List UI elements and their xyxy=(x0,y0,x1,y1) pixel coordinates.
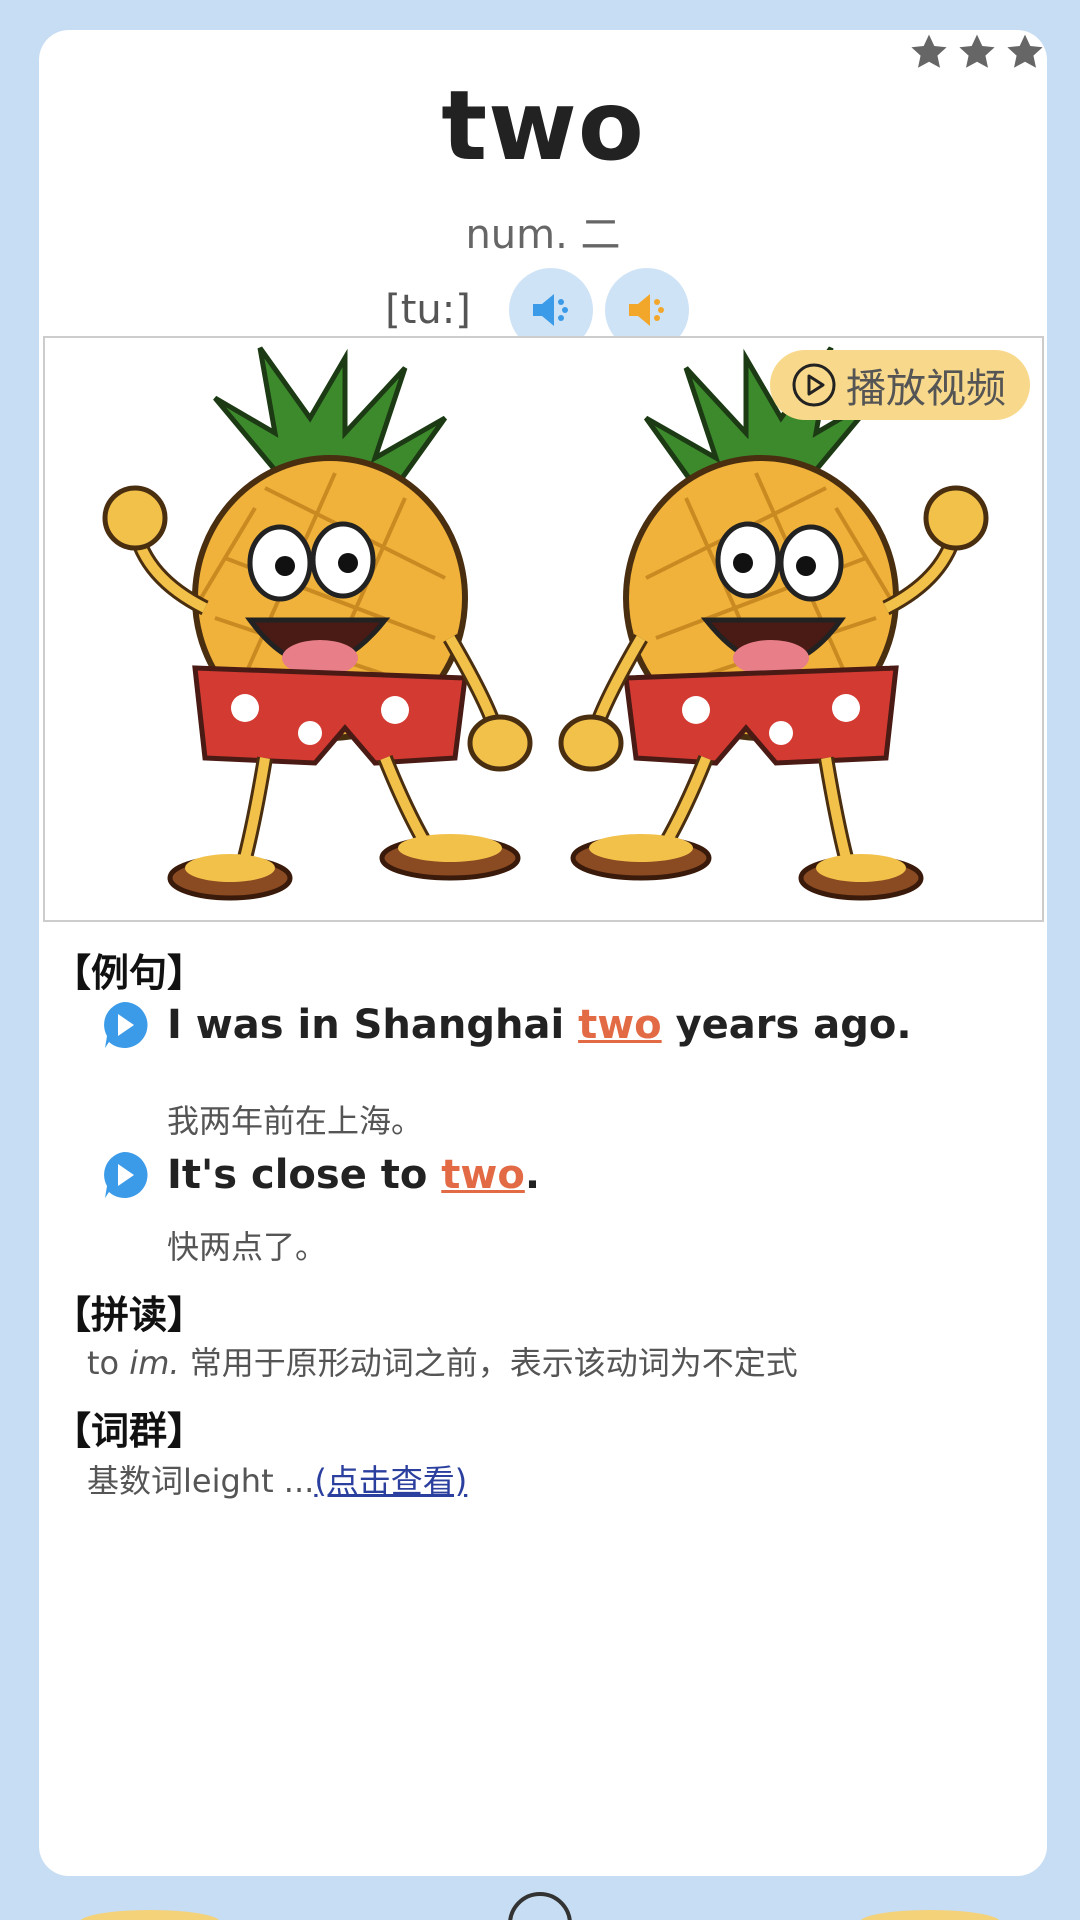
example-1-before: I was in Shanghai xyxy=(167,1002,579,1048)
word-group-line: 基数词leight ...(点击查看) xyxy=(87,1456,467,1502)
example-2-translation: 快两点了。 xyxy=(167,1228,328,1266)
play-example-1-icon[interactable] xyxy=(97,998,151,1052)
spelling-word: to xyxy=(87,1344,120,1382)
word-card: two num. 二 [tu:] 播放视频 【例句】 I was in Shan… xyxy=(39,30,1047,1876)
play-video-label: 播放视频 xyxy=(846,366,1006,412)
nav-button-right[interactable] xyxy=(860,1910,1000,1920)
nav-button-left[interactable] xyxy=(80,1910,220,1920)
example-2-after: . xyxy=(524,1152,541,1198)
play-example-2-icon[interactable] xyxy=(97,1148,151,1202)
example-1-highlight: two xyxy=(578,1002,662,1048)
speaker-blue-icon xyxy=(532,294,568,326)
play-circle-icon xyxy=(792,363,836,407)
part-of-speech: num. 二 xyxy=(465,212,621,258)
star-icon xyxy=(911,34,947,68)
star-rating xyxy=(907,30,1047,74)
headword: two xyxy=(441,70,645,182)
example-2-before: It's close to xyxy=(167,1152,442,1198)
nav-button-center[interactable] xyxy=(508,1892,572,1920)
spelling-text: 常用于原形动词之前，表示该动词为不定式 xyxy=(189,1344,798,1382)
word-group-view-link[interactable]: (点击查看) xyxy=(314,1462,467,1500)
example-sentence-1: I was in Shanghai two years ago. xyxy=(97,998,912,1052)
phonetic-transcription: [tu:] xyxy=(385,287,471,333)
example-sentence-2: It's close to two. xyxy=(97,1148,540,1202)
spelling-line: to im. 常用于原形动词之前，表示该动词为不定式 xyxy=(87,1338,798,1384)
speaker-yellow-icon xyxy=(628,294,664,326)
example-2-highlight: two xyxy=(441,1152,525,1198)
example-1-after: years ago. xyxy=(661,1002,912,1048)
example-1-translation: 我两年前在上海。 xyxy=(167,1102,424,1140)
spelling-abbr: im. xyxy=(129,1344,180,1382)
star-icon xyxy=(1007,34,1043,68)
play-video-button[interactable]: 播放视频 xyxy=(770,350,1030,420)
pineapple-illustration xyxy=(102,338,1044,922)
star-icon xyxy=(959,34,995,68)
examples-heading: 【例句】 xyxy=(53,951,206,995)
spelling-heading: 【拼读】 xyxy=(53,1293,206,1337)
bottom-navigation-hint xyxy=(80,1892,1000,1920)
word-illustration: 播放视频 xyxy=(43,336,1044,922)
word-group-text: 基数词leight ... xyxy=(87,1462,315,1500)
word-group-heading: 【词群】 xyxy=(53,1409,206,1453)
